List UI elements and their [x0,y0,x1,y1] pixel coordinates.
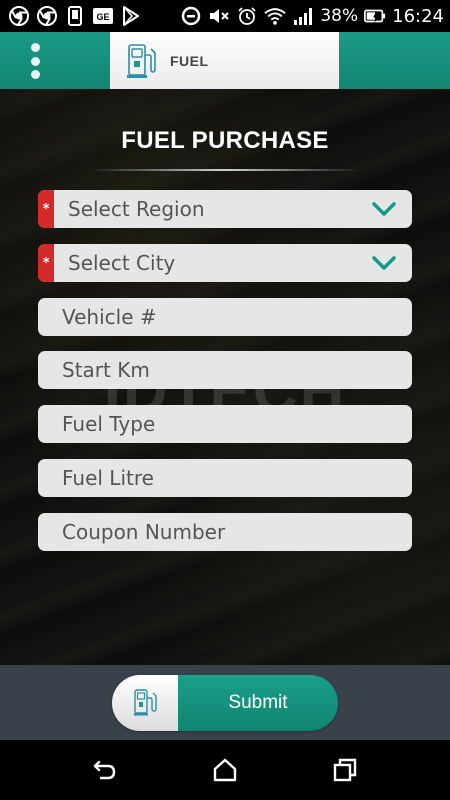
start-km-input[interactable]: Start Km [38,351,412,389]
city-select-label: Select City [68,251,176,275]
fuel-pump-icon [112,675,178,731]
chevron-down-icon [372,256,396,270]
region-select[interactable]: * Select Region [38,190,412,228]
page-title: FUEL PURCHASE [121,127,329,154]
fuel-type-placeholder: Fuel Type [62,412,156,436]
required-marker: * [38,190,54,228]
fuel-litre-input[interactable]: Fuel Litre [38,459,412,497]
chevron-down-icon [372,202,396,216]
system-nav-bar [0,740,450,800]
title-divider [90,169,360,171]
menu-dot [30,70,40,79]
fuel-litre-placeholder: Fuel Litre [62,466,154,490]
required-marker: * [38,244,54,282]
play-store-icon [120,5,142,27]
start-km-placeholder: Start Km [62,358,150,382]
wifi-icon [264,5,286,27]
coupon-number-input[interactable]: Coupon Number [38,513,412,551]
tab-fuel[interactable]: FUEL [110,32,339,89]
coupon-number-placeholder: Coupon Number [62,520,226,544]
phone-icon [64,5,86,27]
submit-button[interactable]: Submit [178,675,338,731]
signal-icon [292,5,314,27]
clock: 16:24 [392,5,444,27]
chrome-icon [36,5,58,27]
recents-icon[interactable] [331,756,359,784]
city-select[interactable]: * Select City [38,244,412,282]
ge-label: GE [96,12,109,22]
submit-control[interactable]: Submit [112,675,338,731]
back-icon[interactable] [91,756,119,784]
alarm-icon [236,5,258,27]
home-icon[interactable] [211,756,239,784]
bottom-action-bar: Submit [0,665,450,740]
data-saver-icon [180,5,202,27]
chrome-icon [8,5,30,27]
vehicle-number-input[interactable]: Vehicle # [38,298,412,336]
vehicle-number-placeholder: Vehicle # [62,305,157,329]
notification-icons: GE [8,5,142,27]
app-header: FUEL [0,32,450,89]
ge-icon: GE [92,5,114,27]
menu-dot [30,56,40,66]
fuel-pump-icon [127,43,156,78]
system-status: 38% 16:24 [180,0,444,32]
fuel-type-input[interactable]: Fuel Type [38,405,412,443]
battery-percent: 38% [320,6,359,26]
region-select-label: Select Region [68,197,205,221]
mute-icon [208,5,230,27]
status-bar: GE 38% 16:24 [0,0,450,32]
tab-label: FUEL [170,52,209,69]
battery-icon [364,5,386,27]
menu-dot [30,43,40,52]
form-area: IDTECH YOUR SOLUTION PARTNER FUEL PURCHA… [0,89,450,665]
more-vertical-icon[interactable] [22,42,48,80]
